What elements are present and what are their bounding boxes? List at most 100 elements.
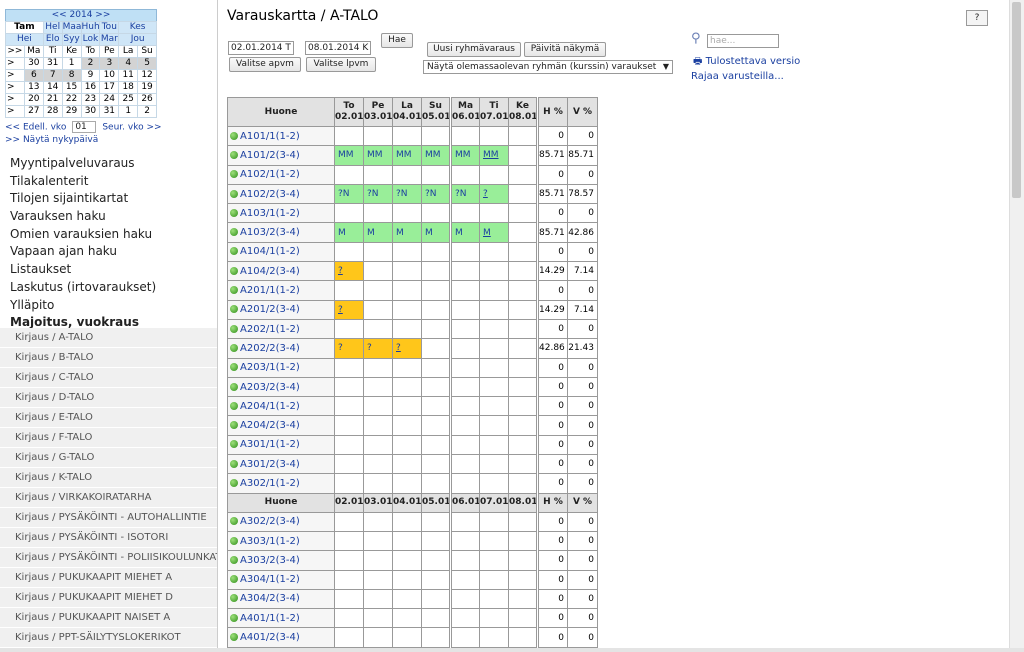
room-cell[interactable]: A203/2(3-4) [227, 376, 335, 398]
reservation-cell[interactable] [421, 280, 451, 301]
reservation-cell[interactable]: ? [363, 338, 393, 359]
week-select-arrow[interactable]: > [5, 57, 25, 70]
reservation-cell[interactable] [392, 473, 422, 494]
submenu-item[interactable]: Kirjaus / PYSÄKÖINTI - POLIISIKOULUNKATU [0, 548, 217, 568]
room-link[interactable]: A204/1(1-2) [240, 401, 300, 412]
calendar-day[interactable]: 22 [61, 93, 82, 106]
room-cell[interactable]: A101/1(1-2) [227, 125, 335, 147]
calendar-day[interactable]: 18 [118, 81, 139, 94]
reservation-cell[interactable] [421, 338, 451, 359]
reservation-cell[interactable] [449, 511, 480, 532]
reservation-cell[interactable] [508, 241, 538, 263]
calendar-day[interactable]: 5 [137, 57, 157, 70]
room-cell[interactable]: A301/2(3-4) [227, 454, 335, 475]
reservation-cell[interactable]: M [363, 222, 393, 243]
reservation-cell[interactable] [479, 434, 509, 456]
room-link[interactable]: A303/2(3-4) [240, 555, 300, 566]
reservation-cell[interactable] [479, 164, 509, 185]
room-cell[interactable]: A301/1(1-2) [227, 434, 335, 456]
reservation-cell[interactable] [421, 550, 451, 571]
vertical-scrollbar[interactable] [1009, 0, 1024, 652]
reservation-cell[interactable] [479, 550, 509, 571]
reservation-cell[interactable] [421, 627, 451, 648]
reservation-cell[interactable] [334, 203, 364, 224]
next-week-link[interactable]: Seur. vko >> [102, 123, 161, 133]
reservation-cell[interactable] [508, 125, 538, 147]
room-cell[interactable]: A104/2(3-4) [227, 261, 335, 282]
month-maa[interactable]: Maa [61, 21, 82, 34]
filter-equipment-link[interactable]: Rajaa varusteilla... [691, 71, 784, 82]
search-icon[interactable]: ⚲ [691, 31, 701, 46]
choose-end-button[interactable]: Valitse lpvm [306, 57, 376, 72]
reservation-cell[interactable] [508, 222, 538, 243]
room-link[interactable]: A104/2(3-4) [240, 266, 300, 277]
reservation-cell[interactable] [363, 608, 393, 629]
calendar-day[interactable]: 27 [23, 105, 44, 118]
week-select-arrow[interactable]: > [5, 81, 25, 94]
calendar-day[interactable]: 20 [23, 93, 44, 106]
reservation-cell[interactable]: MM [363, 145, 393, 166]
room-link[interactable]: A201/1(1-2) [240, 285, 300, 296]
submenu-item[interactable]: Kirjaus / E-TALO [0, 408, 217, 428]
month-tou[interactable]: Tou [99, 21, 120, 34]
submenu-item[interactable]: Kirjaus / PUKUKAAPIT MIEHET D [0, 588, 217, 608]
reservation-cell[interactable] [421, 241, 451, 263]
reservation-cell[interactable] [392, 415, 422, 436]
reservation-cell[interactable]: ? [334, 261, 364, 282]
reservation-cell[interactable] [508, 608, 538, 629]
room-link[interactable]: A102/1(1-2) [240, 169, 300, 180]
room-cell[interactable]: A201/2(3-4) [227, 299, 335, 320]
reservation-cell[interactable] [449, 318, 480, 340]
reservation-cell[interactable]: ?N [421, 183, 451, 205]
room-cell[interactable]: A304/1(1-2) [227, 569, 335, 590]
reservation-cell[interactable] [363, 376, 393, 398]
group-select[interactable]: Näytä olemassaolevan ryhmän (kurssin) va… [423, 60, 673, 74]
calendar-day[interactable]: 25 [118, 93, 139, 106]
week-input[interactable]: 01 [72, 121, 97, 133]
calendar-day[interactable]: 30 [23, 57, 44, 70]
reservation-cell[interactable] [392, 164, 422, 185]
reservation-cell[interactable] [479, 241, 509, 263]
reservation-cell[interactable] [508, 396, 538, 417]
reservation-cell[interactable] [392, 454, 422, 475]
reservation-cell[interactable] [479, 627, 509, 648]
reservation-cell[interactable] [508, 415, 538, 436]
submenu-item[interactable]: Kirjaus / A-TALO [0, 328, 217, 348]
week-select-arrow[interactable]: > [5, 93, 25, 106]
reservation-cell[interactable] [508, 299, 538, 320]
fetch-button[interactable]: Hae [381, 33, 413, 48]
calendar-day[interactable]: 12 [137, 69, 157, 82]
room-link[interactable]: A101/2(3-4) [240, 150, 300, 161]
reservation-cell[interactable] [363, 299, 393, 320]
room-cell[interactable]: A303/1(1-2) [227, 530, 335, 552]
scroll-thumb[interactable] [1012, 2, 1021, 198]
reservation-cell[interactable] [449, 357, 480, 378]
reservation-cell[interactable] [421, 530, 451, 552]
reservation-cell[interactable] [421, 261, 451, 282]
submenu-item[interactable]: Kirjaus / PYSÄKÖINTI - AUTOHALLINTIE [0, 508, 217, 528]
room-link[interactable]: A101/1(1-2) [240, 131, 300, 142]
submenu-item[interactable]: Kirjaus / PYSÄKÖINTI - ISOTORI [0, 528, 217, 548]
reservation-cell[interactable] [421, 588, 451, 610]
reservation-cell[interactable] [421, 357, 451, 378]
reservation-cell[interactable] [363, 530, 393, 552]
reservation-cell[interactable] [508, 261, 538, 282]
room-link[interactable]: A202/1(1-2) [240, 324, 300, 335]
choose-start-button[interactable]: Valitse apvm [229, 57, 301, 72]
calendar-day[interactable]: 24 [99, 93, 120, 106]
room-cell[interactable]: A303/2(3-4) [227, 550, 335, 571]
room-link[interactable]: A201/2(3-4) [240, 304, 300, 315]
room-link[interactable]: A203/1(1-2) [240, 362, 300, 373]
reservation-cell[interactable] [479, 280, 509, 301]
submenu-item[interactable]: Kirjaus / G-TALO [0, 448, 217, 468]
reservation-cell[interactable] [421, 203, 451, 224]
reservation-cell[interactable] [392, 241, 422, 263]
reservation-cell[interactable] [508, 569, 538, 590]
reservation-cell[interactable] [392, 357, 422, 378]
room-cell[interactable]: A102/2(3-4) [227, 183, 335, 205]
menu-item[interactable]: Omien varauksien haku [10, 226, 156, 244]
week-select-arrow[interactable]: > [5, 69, 25, 82]
reservation-cell[interactable] [334, 357, 364, 378]
reservation-cell[interactable] [363, 280, 393, 301]
reservation-cell[interactable] [334, 454, 364, 475]
